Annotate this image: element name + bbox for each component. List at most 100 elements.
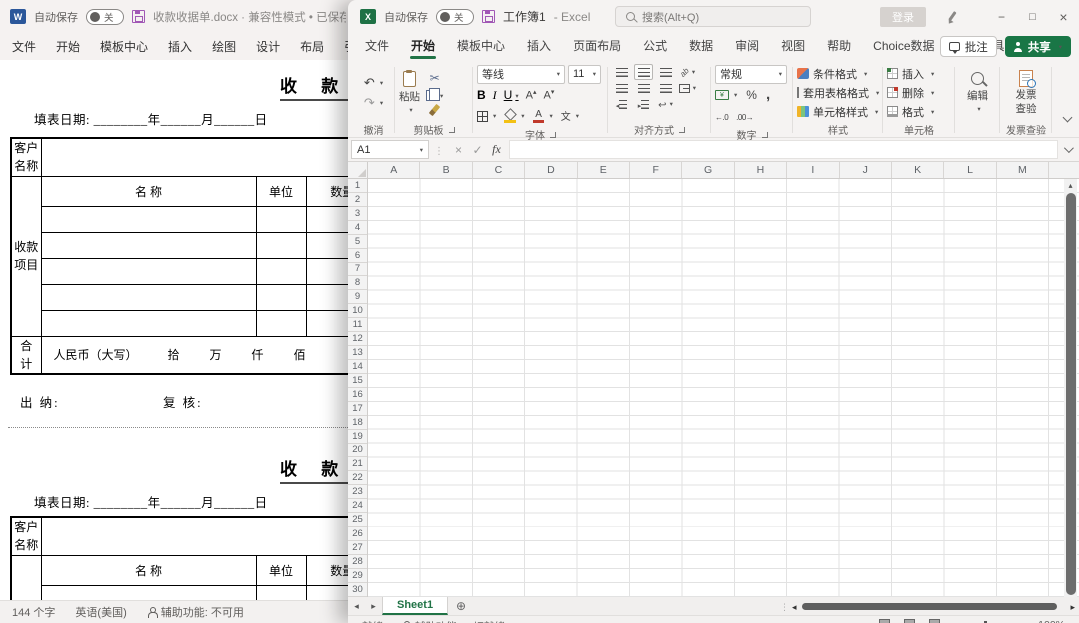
enter-icon[interactable] xyxy=(468,143,487,157)
word-menu-绘图[interactable]: 绘图 xyxy=(202,38,246,55)
column-header-K[interactable]: K xyxy=(892,162,944,178)
cell-styles-button[interactable]: 单元格样式 xyxy=(797,102,879,121)
ribbon-tab-Choice数据[interactable]: Choice数据 xyxy=(862,33,945,60)
ribbon-tab-视图[interactable]: 视图 xyxy=(770,33,816,60)
row-header-3[interactable]: 3 xyxy=(348,207,367,221)
column-header-F[interactable]: F xyxy=(630,162,682,178)
column-header-A[interactable]: A xyxy=(368,162,420,178)
ribbon-tab-公式[interactable]: 公式 xyxy=(632,33,678,60)
scroll-up-icon[interactable] xyxy=(1064,179,1077,192)
delete-cells-button[interactable]: 删除 xyxy=(887,83,951,102)
row-header-29[interactable]: 29 xyxy=(348,569,367,583)
word-count[interactable]: 144 个字 xyxy=(12,604,55,620)
row-header-14[interactable]: 14 xyxy=(348,360,367,374)
scroll-left-icon[interactable] xyxy=(792,597,797,615)
format-cells-button[interactable]: 格式 xyxy=(887,102,951,121)
expand-formula-bar-icon[interactable] xyxy=(1058,146,1076,153)
grow-font-button[interactable]: A▴ xyxy=(526,88,537,102)
sheet-tab-sheet1[interactable]: Sheet1 xyxy=(382,597,448,615)
decrease-decimal-button[interactable] xyxy=(736,107,753,125)
row-header-22[interactable]: 22 xyxy=(348,471,367,485)
wrap-text-button[interactable] xyxy=(656,96,675,112)
close-button[interactable] xyxy=(1048,0,1079,33)
ribbon-tab-插入[interactable]: 插入 xyxy=(516,33,562,60)
percent-button[interactable]: % xyxy=(746,88,757,102)
row-header-15[interactable]: 15 xyxy=(348,374,367,388)
row-header-26[interactable]: 26 xyxy=(348,527,367,541)
phonetic-button[interactable] xyxy=(561,107,579,125)
word-menu-布局[interactable]: 布局 xyxy=(290,38,334,55)
row-header-23[interactable]: 23 xyxy=(348,485,367,499)
normal-view-icon[interactable] xyxy=(879,619,890,623)
insert-cells-button[interactable]: 插入 xyxy=(887,64,951,83)
ribbon-tab-审阅[interactable]: 审阅 xyxy=(724,33,770,60)
grid-cells[interactable] xyxy=(368,179,1079,597)
scroll-right-icon[interactable] xyxy=(1070,597,1075,615)
underline-button[interactable]: U xyxy=(504,88,519,102)
word-menu-设计[interactable]: 设计 xyxy=(246,38,290,55)
conditional-formatting-button[interactable]: 条件格式 xyxy=(797,64,879,83)
scrollbar-resize-handle[interactable] xyxy=(780,597,789,615)
zoom-level[interactable]: 100% xyxy=(1038,619,1065,623)
excel-autosave-toggle[interactable]: 关 xyxy=(436,9,474,25)
ribbon-tab-数据[interactable]: 数据 xyxy=(678,33,724,60)
page-break-view-icon[interactable] xyxy=(929,619,940,623)
ribbon-tab-模板中心[interactable]: 模板中心 xyxy=(446,33,516,60)
decrease-indent-button[interactable] xyxy=(612,96,631,112)
undo-button[interactable] xyxy=(356,74,391,92)
ribbon-tab-帮助[interactable]: 帮助 xyxy=(816,33,862,60)
word-menu-开始[interactable]: 开始 xyxy=(46,38,90,55)
merge-center-button[interactable] xyxy=(678,80,697,96)
row-header-6[interactable]: 6 xyxy=(348,249,367,263)
word-page[interactable]: 收 款 填表日期: ________年______月______日 客户 名称 … xyxy=(0,60,356,600)
row-header-12[interactable]: 12 xyxy=(348,332,367,346)
word-menu-模板中心[interactable]: 模板中心 xyxy=(90,38,158,55)
minimize-button[interactable] xyxy=(986,0,1017,33)
horizontal-scroll-thumb[interactable] xyxy=(802,603,1058,610)
word-menu-文件[interactable]: 文件 xyxy=(2,38,46,55)
cancel-icon[interactable] xyxy=(449,143,468,157)
row-header-10[interactable]: 10 xyxy=(348,304,367,318)
bold-button[interactable]: B xyxy=(477,88,486,102)
font-name-combo[interactable]: 等线 xyxy=(477,65,565,84)
name-box[interactable]: A1 xyxy=(351,140,429,159)
increase-decimal-button[interactable] xyxy=(715,107,728,125)
share-button[interactable]: 共享 xyxy=(1005,36,1071,57)
comma-style-button[interactable]: , xyxy=(766,91,770,99)
copy-button[interactable] xyxy=(426,90,443,101)
accessibility-status[interactable]: 辅助功能: 不可用 xyxy=(147,604,244,620)
accessibility-status[interactable]: 辅助功能: 一切就绪 xyxy=(401,619,505,623)
format-as-table-button[interactable]: 套用表格格式 xyxy=(797,83,879,102)
search-box[interactable]: 搜索(Alt+Q) xyxy=(615,6,811,27)
row-header-7[interactable]: 7 xyxy=(348,263,367,277)
language-indicator[interactable]: 英语(美国) xyxy=(75,604,126,620)
row-header-24[interactable]: 24 xyxy=(348,499,367,513)
word-document-area[interactable]: 收 款 填表日期: ________年______月______日 客户 名称 … xyxy=(0,60,356,600)
orientation-button[interactable] xyxy=(678,64,697,80)
row-header-5[interactable]: 5 xyxy=(348,235,367,249)
save-icon[interactable] xyxy=(482,10,495,23)
row-header-20[interactable]: 20 xyxy=(348,444,367,458)
row-header-30[interactable]: 30 xyxy=(348,583,367,597)
row-header-19[interactable]: 19 xyxy=(348,430,367,444)
increase-indent-button[interactable] xyxy=(634,96,653,112)
number-format-combo[interactable]: 常规 xyxy=(715,65,787,84)
page-layout-view-icon[interactable] xyxy=(904,619,915,623)
align-top-button[interactable] xyxy=(612,64,631,80)
paste-button[interactable]: 粘贴 xyxy=(399,71,420,114)
formula-input[interactable] xyxy=(509,140,1058,159)
column-header-J[interactable]: J xyxy=(840,162,892,178)
invoice-check-button[interactable]: 发票 查验 xyxy=(1016,89,1037,115)
row-header-27[interactable]: 27 xyxy=(348,541,367,555)
collapse-ribbon-icon[interactable] xyxy=(1063,113,1073,123)
column-header-B[interactable]: B xyxy=(420,162,472,178)
row-header-21[interactable]: 21 xyxy=(348,457,367,471)
borders-button[interactable] xyxy=(477,111,496,122)
signin-button[interactable]: 登录 xyxy=(880,7,926,27)
clipboard-dialog-launcher[interactable] xyxy=(449,127,455,133)
row-header-18[interactable]: 18 xyxy=(348,416,367,430)
alignment-dialog-launcher[interactable] xyxy=(679,127,685,133)
accounting-format-button[interactable] xyxy=(715,90,737,100)
align-left-button[interactable] xyxy=(612,80,631,96)
ribbon-tab-开始[interactable]: 开始 xyxy=(400,33,446,60)
